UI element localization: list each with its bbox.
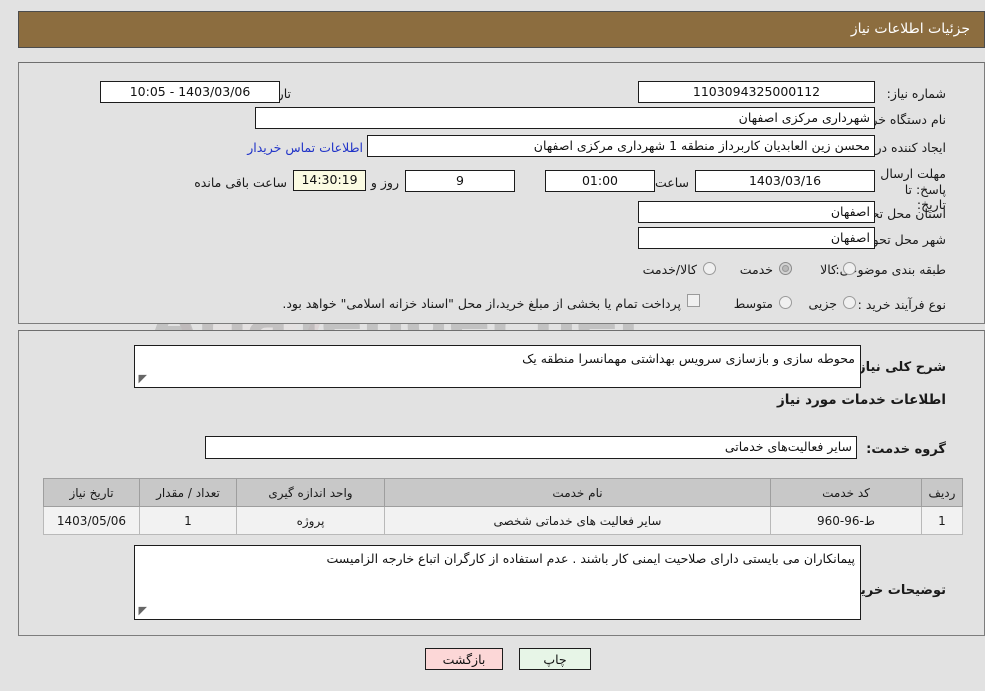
treasury-bonds-checkbox[interactable] [687,294,700,307]
cell-service-name: سایر فعالیت های خدماتی شخصی [384,506,771,535]
summary-textarea[interactable]: محوطه سازی و بازسازی سرویس بهداشتی مهمان… [134,345,861,388]
buyer-notes-resize-grip[interactable]: ◤ [139,604,147,617]
titlebar: جزئیات اطلاعات نیاز [18,11,985,48]
cell-quantity: 1 [139,506,237,535]
col-row: ردیف [921,478,963,507]
radio-classification-khedmat[interactable] [779,262,792,275]
col-service-code: کد خدمت [770,478,922,507]
table-header-row: ردیف کد خدمت نام خدمت واحد اندازه گیری ت… [43,478,963,507]
summary-label: شرح کلی نیاز: [852,360,946,375]
deadline-date-value: 1403/03/16 [695,170,875,192]
radio-purchase-jozi[interactable] [843,296,856,309]
page-root: AriaTender.net جزئیات اطلاعات نیاز شماره… [0,0,985,691]
col-service-name: نام خدمت [384,478,771,507]
radio-label-khedmat[interactable]: خدمت [740,262,773,277]
summary-resize-grip[interactable]: ◤ [139,372,147,385]
buyer-notes-textarea[interactable]: پیمانکاران می بایستی دارای صلاحیت ایمنی … [134,545,861,620]
table-row: 1 ط-96-960 سایر فعالیت های خدماتی شخصی پ… [43,506,963,535]
days-remaining-value: 9 [405,170,515,192]
radio-label-jozi[interactable]: جزیی [808,296,837,311]
radio-label-kala-khedmat[interactable]: کالا/خدمت [643,262,697,277]
print-button[interactable]: چاپ [519,648,591,670]
col-need-date: تاریخ نیاز [43,478,140,507]
services-section-title: اطلاعات خدمات مورد نیاز [776,392,946,408]
back-button[interactable]: بازگشت [425,648,503,670]
buyer-org-value: شهرداری مرکزی اصفهان [255,107,875,129]
cell-row: 1 [921,506,963,535]
cell-service-code: ط-96-960 [770,506,922,535]
cell-need-date: 1403/05/06 [43,506,140,535]
hour-label: ساعت [654,175,689,190]
services-table: ردیف کد خدمت نام خدمت واحد اندازه گیری ت… [43,478,963,535]
days-label: روز و [370,175,399,190]
need-number-value: 1103094325000112 [638,81,875,103]
radio-classification-kala[interactable] [843,262,856,275]
treasury-bonds-label: پرداخت تمام یا بخشی از مبلغ خرید،از محل … [282,296,681,311]
province-value: اصفهان [638,201,875,223]
col-unit: واحد اندازه گیری [236,478,385,507]
city-value: اصفهان [638,227,875,249]
remaining-suffix-label: ساعت باقی مانده [194,175,287,190]
deadline-time-value: 01:00 [545,170,655,192]
radio-label-kala[interactable]: کالا [820,262,837,277]
time-remaining-value: 14:30:19 [293,170,366,191]
purchase-type-label: نوع فرآیند خرید : [857,297,946,312]
service-group-label: گروه خدمت: [866,442,946,457]
announce-date-value: 1403/03/06 - 10:05 [100,81,280,103]
radio-classification-kala-khedmat[interactable] [703,262,716,275]
service-group-value: سایر فعالیت‌های خدماتی [205,436,857,459]
col-quantity: تعداد / مقدار [139,478,237,507]
buyer-contact-link[interactable]: اطلاعات تماس خریدار [247,140,363,155]
page-title: جزئیات اطلاعات نیاز [850,21,970,37]
request-creator-value: محسن زین العابدیان کاربرداز منطقه 1 شهرد… [367,135,875,157]
need-number-label: شماره نیاز: [886,86,946,101]
radio-purchase-motavasset[interactable] [779,296,792,309]
cell-unit: پروژه [236,506,385,535]
radio-label-motavasset[interactable]: متوسط [734,296,773,311]
